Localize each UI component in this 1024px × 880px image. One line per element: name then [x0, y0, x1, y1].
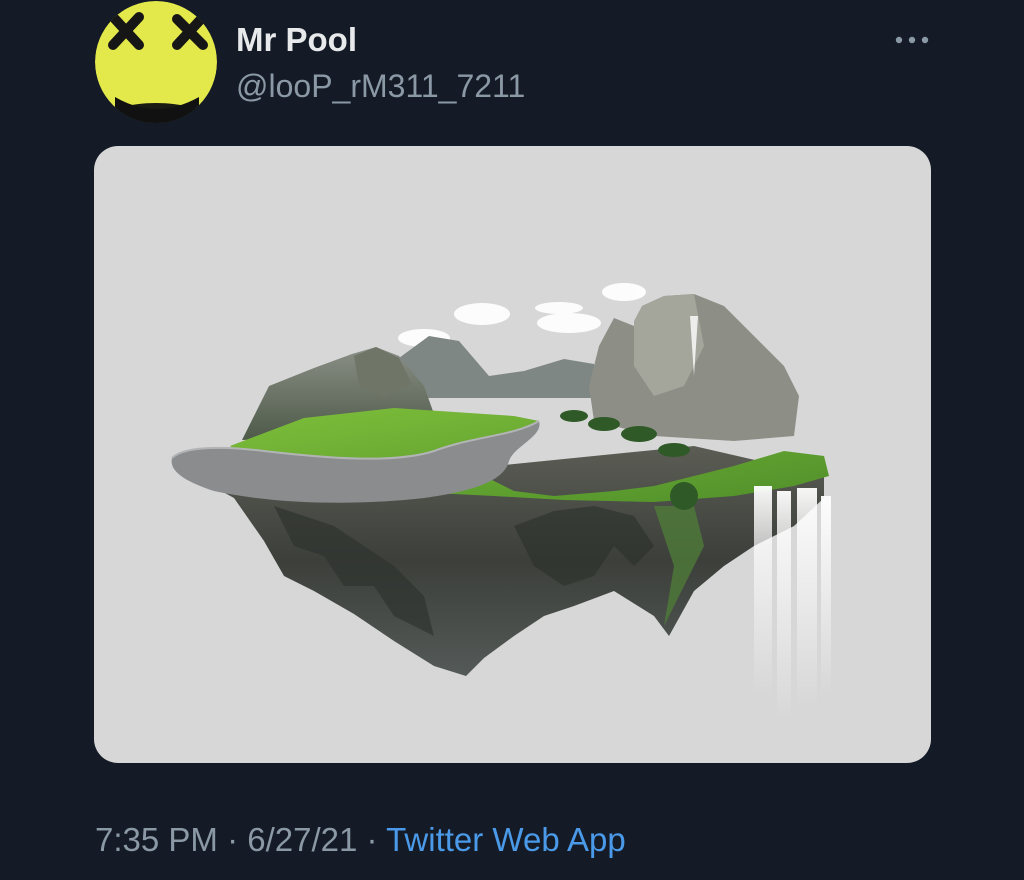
separator: ·	[357, 821, 387, 858]
author-handle[interactable]: @looP_rM311_7211	[236, 66, 525, 106]
more-options-button[interactable]	[882, 22, 942, 58]
ellipsis-icon	[895, 36, 929, 44]
author-name[interactable]: Mr Pool	[236, 20, 357, 60]
avatar[interactable]	[95, 1, 217, 123]
tweet-source-link[interactable]: Twitter Web App	[386, 821, 626, 858]
floating-island-image	[171, 283, 831, 721]
tweet-image[interactable]	[94, 146, 931, 763]
dead-smiley-icon	[95, 1, 217, 123]
tweet-metadata: 7:35 PM · 6/27/21 · Twitter Web App	[95, 818, 626, 862]
separator: ·	[217, 821, 248, 858]
tweet: Mr Pool @looP_rM311_7211 7:35 PM · 6/27/…	[0, 0, 1024, 880]
tweet-time[interactable]: 7:35 PM	[95, 821, 218, 858]
tweet-date[interactable]: 6/27/21	[247, 821, 357, 858]
